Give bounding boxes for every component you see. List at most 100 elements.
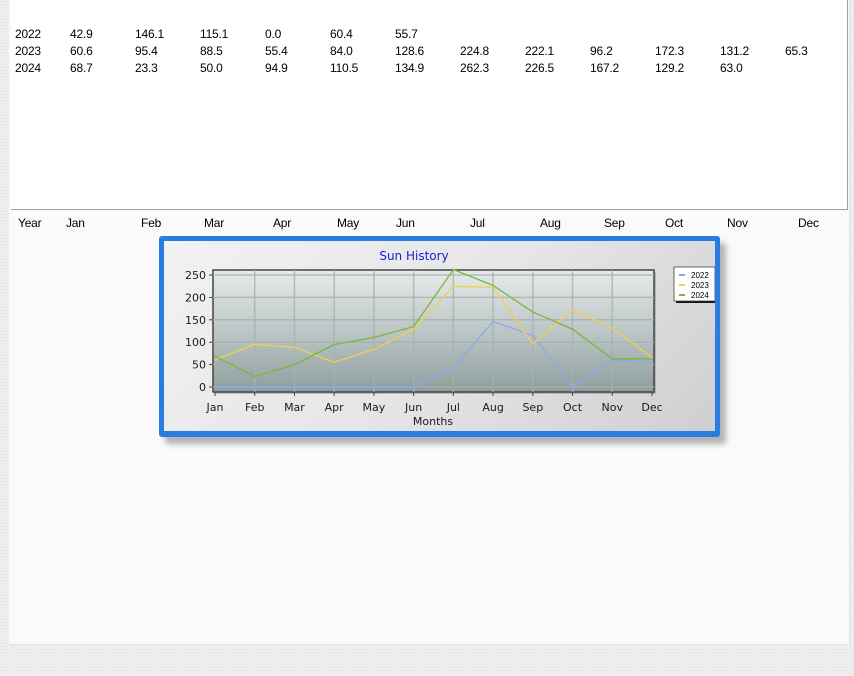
x-tick-label: Mar [284, 401, 305, 414]
x-tick-label: Jan [206, 401, 224, 414]
data-point [254, 375, 256, 378]
value-cell: 131.2 [720, 44, 750, 58]
column-header-sep[interactable]: Sep [604, 216, 625, 230]
column-header-oct[interactable]: Oct [665, 216, 683, 230]
data-point [333, 343, 335, 346]
year-cell: 2022 [15, 27, 41, 41]
data-point [571, 328, 574, 330]
value-cell: 167.2 [590, 61, 620, 75]
data-point [571, 309, 574, 311]
data-point [214, 355, 216, 357]
x-tick-label: May [363, 401, 386, 414]
value-cell: 55.4 [265, 44, 288, 58]
column-header-nov[interactable]: Nov [727, 216, 748, 230]
data-point [492, 284, 494, 287]
data-point [611, 327, 613, 329]
column-header-jun[interactable]: Jun [396, 216, 415, 230]
plot-area [212, 269, 655, 393]
value-cell: 68.7 [70, 61, 93, 75]
value-cell: 146.1 [135, 27, 165, 41]
data-point [492, 320, 494, 323]
data-point [452, 285, 454, 287]
column-header-apr[interactable]: Apr [273, 216, 291, 230]
value-cell: 110.5 [330, 61, 359, 75]
column-header-aug[interactable]: Aug [540, 216, 561, 230]
data-point [373, 336, 375, 339]
value-cell: 128.6 [395, 44, 425, 58]
value-cell: 262.3 [460, 61, 490, 75]
value-cell: 129.2 [655, 61, 685, 75]
data-point [413, 325, 415, 328]
data-point [333, 361, 335, 363]
y-tick-label: 0 [199, 381, 206, 394]
value-cell: 60.6 [70, 44, 93, 58]
data-point [214, 359, 216, 361]
column-header-jul[interactable]: Jul [470, 216, 485, 230]
y-tick-label: 200 [185, 291, 206, 304]
column-header-dec[interactable]: Dec [798, 216, 819, 230]
value-cell: 42.9 [70, 27, 93, 41]
legend-label: 2022 [691, 271, 709, 280]
data-point [413, 328, 415, 330]
data-point [452, 268, 454, 271]
data-point [254, 343, 256, 345]
x-tick-label: Aug [482, 401, 503, 414]
x-tick-label: Dec [641, 401, 662, 414]
x-tick-label: Sep [522, 401, 543, 414]
value-cell: 65.3 [785, 44, 808, 58]
data-point [214, 386, 216, 388]
year-cell: 2023 [15, 44, 41, 58]
column-header-jan[interactable]: Jan [66, 216, 85, 230]
x-axis-label: Months [413, 415, 453, 428]
column-header-feb[interactable]: Feb [141, 216, 161, 230]
data-point [651, 358, 653, 360]
data-point [373, 348, 375, 350]
value-cell: 224.8 [460, 44, 490, 58]
legend-label: 2023 [691, 281, 709, 290]
data-point [254, 386, 256, 388]
value-cell: 50.0 [200, 61, 223, 75]
value-cell: 84.0 [330, 44, 353, 58]
value-cell: 226.5 [525, 61, 555, 75]
column-header-mar[interactable]: Mar [204, 216, 224, 230]
data-point [492, 286, 494, 289]
chart-frame: Sun History 0 50 100 150 200 250 Jan Feb Mar Apr M… [159, 236, 720, 437]
data-point [571, 386, 574, 388]
data-point [651, 361, 653, 363]
data-point [611, 359, 613, 361]
chart-title: Sun History [379, 249, 448, 263]
y-tick-label: 150 [185, 314, 206, 327]
y-tick-label: 250 [185, 269, 206, 282]
value-cell: 63.0 [720, 61, 743, 75]
x-tick-label: Nov [602, 401, 624, 414]
y-tick-label: 100 [185, 336, 206, 349]
value-cell: 115.1 [200, 27, 229, 41]
x-tick-label: Oct [563, 401, 583, 414]
data-point [413, 386, 415, 388]
data-point [373, 386, 375, 388]
value-cell: 60.4 [330, 27, 353, 41]
chart-panel: Sun History 0 50 100 150 200 250 Jan Feb Mar Apr M… [164, 241, 715, 431]
data-point [333, 386, 335, 388]
year-cell: 2024 [15, 61, 41, 75]
chart-legend: 202220232024 [673, 266, 715, 303]
value-cell: 96.2 [590, 44, 613, 58]
data-point [293, 346, 296, 348]
data-point [293, 386, 296, 388]
data-point [293, 364, 296, 366]
column-header-may[interactable]: May [337, 216, 359, 230]
data-point [611, 358, 613, 360]
data-table: 2022 42.9 146.1 115.1 0.0 60.4 55.7 2023 60.6 95.… [11, 0, 848, 210]
legend-label: 2024 [691, 291, 709, 300]
value-cell: 95.4 [135, 44, 158, 58]
x-tick-label: Jul [446, 401, 460, 414]
x-tick-label: Apr [325, 401, 345, 414]
data-point [532, 334, 534, 337]
value-cell: 0.0 [265, 27, 282, 41]
value-cell: 172.3 [655, 44, 685, 58]
value-cell: 94.9 [265, 61, 288, 75]
column-header-year[interactable]: Year [18, 216, 42, 230]
y-tick-label: 50 [192, 359, 206, 372]
x-tick-label: Feb [245, 401, 264, 414]
x-tick-label: Jun [404, 401, 422, 414]
